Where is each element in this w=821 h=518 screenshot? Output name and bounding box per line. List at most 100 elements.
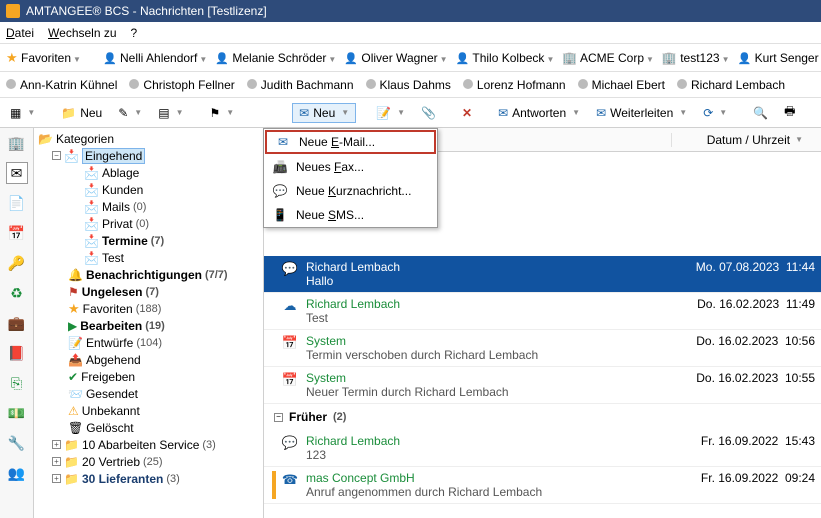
tree-termine[interactable]: 📩Termine (7) xyxy=(38,232,263,249)
nav-calendar-icon[interactable]: 📅 xyxy=(6,222,28,244)
new-folder-button[interactable]: 📁Neu xyxy=(55,104,108,122)
date-column-header[interactable]: Datum / Uhrzeit▼ xyxy=(671,133,821,147)
dd-new-fax[interactable]: 📠Neues Fax... xyxy=(264,155,437,179)
flag-button[interactable]: ⚑▼ xyxy=(203,104,240,122)
msg-subject: 123 xyxy=(306,448,675,462)
tree-freigeben[interactable]: ✔Freigeben xyxy=(38,368,263,385)
menu-wechseln[interactable]: Wechseln zu xyxy=(48,26,116,40)
nav-money-icon[interactable]: 💵 xyxy=(6,402,28,424)
nav-document-icon[interactable]: 📄 xyxy=(6,192,28,214)
nav-briefcase-icon[interactable]: 💼 xyxy=(6,312,28,334)
tree-benachrichtigungen[interactable]: 🔔Benachrichtigungen (7/7) xyxy=(38,266,263,283)
forward-button[interactable]: ✉Weiterleiten▼ xyxy=(590,104,693,122)
nav-mail-icon[interactable]: ✉ xyxy=(6,162,28,184)
tree-privat[interactable]: 📩Privat (0) xyxy=(38,215,263,232)
fav-contact[interactable]: Ann-Katrin Kühnel xyxy=(6,78,117,92)
fav-contact[interactable]: Richard Lembach xyxy=(677,78,785,92)
status-dot-icon xyxy=(463,79,473,89)
fav-company[interactable]: 🏢 test123▼ xyxy=(662,51,730,65)
collapse-icon[interactable]: − xyxy=(52,151,61,160)
tree-kunden[interactable]: 📩Kunden xyxy=(38,181,263,198)
menu-help[interactable]: ? xyxy=(131,26,138,40)
nav-book-icon[interactable]: 📕 xyxy=(6,342,28,364)
tree-geloescht[interactable]: 🗑Gelöscht xyxy=(38,419,263,436)
tree-favoriten[interactable]: ★Favoriten (188) xyxy=(38,300,263,317)
nav-building-icon[interactable]: 🏢 xyxy=(6,132,28,154)
note-button[interactable]: 📝▼ xyxy=(370,104,411,122)
star-icon: ★ xyxy=(68,301,80,317)
fav-person[interactable]: 👤 Melanie Schröder▼ xyxy=(215,51,336,65)
dd-new-shortmsg[interactable]: 💬Neue Kurznachricht... xyxy=(264,179,437,203)
nav-recycle-icon[interactable]: ♻ xyxy=(6,282,28,304)
edit-button[interactable]: ✎▼ xyxy=(112,104,148,122)
new-message-button[interactable]: ✉Neu▼ xyxy=(292,103,356,123)
tree-eingehend[interactable]: −📩Eingehend xyxy=(38,147,263,164)
group-header[interactable]: − Früher (2) xyxy=(264,404,821,430)
fav-contact[interactable]: Michael Ebert xyxy=(578,78,665,92)
tree-abarbeiten[interactable]: +📁10 Abarbeiten Service (3) xyxy=(38,436,263,453)
msg-date: Do. 16.02.2023 10:56 xyxy=(675,334,815,362)
fav-contact[interactable]: Lorenz Hofmann xyxy=(463,78,566,92)
tray-icon: 📩 xyxy=(84,166,99,180)
tree-abgehend[interactable]: 📤Abgehend xyxy=(38,351,263,368)
layout-button[interactable]: ▦▼ xyxy=(4,104,41,122)
message-row[interactable]: ☁Richard LembachTestDo. 16.02.2023 11:49 xyxy=(264,293,821,330)
expand-icon[interactable]: + xyxy=(52,457,61,466)
tree-mails[interactable]: 📩Mails (0) xyxy=(38,198,263,215)
search-button[interactable]: 🔍 xyxy=(747,104,774,122)
print-button[interactable]: 🖶 xyxy=(778,100,801,125)
nav-wrench-icon[interactable]: 🔧 xyxy=(6,432,28,454)
message-row[interactable]: 💬Richard LembachHalloMo. 07.08.2023 11:4… xyxy=(264,256,821,293)
msg-subject: Neuer Termin durch Richard Lembach xyxy=(306,385,675,399)
nav-people-icon[interactable]: 👥 xyxy=(6,462,28,484)
favorites-button[interactable]: ★ Favoriten▼ xyxy=(6,50,81,66)
user-button[interactable]: 👤Ric xyxy=(815,104,821,122)
fav-person[interactable]: 👤 Thilo Kolbeck▼ xyxy=(456,51,555,65)
message-row[interactable]: 📅SystemTermin verschoben durch Richard L… xyxy=(264,330,821,367)
delete-button[interactable]: ✕ xyxy=(456,104,478,122)
send-receive-button[interactable]: ⟳▼ xyxy=(697,104,733,122)
expand-icon[interactable]: + xyxy=(52,474,61,483)
tree-lieferanten[interactable]: +📁30 Lieferanten (3) xyxy=(38,470,263,487)
collapse-icon[interactable]: − xyxy=(274,413,283,422)
tree-entwuerfe[interactable]: 📝Entwürfe (104) xyxy=(38,334,263,351)
reply-button[interactable]: ✉Antworten▼ xyxy=(492,104,586,122)
fav-person[interactable]: 👤 Kurt Senger▼ xyxy=(738,51,821,65)
msg-subject: Anruf angenommen durch Richard Lembach xyxy=(306,485,675,499)
tree-kategorien[interactable]: 📂Kategorien xyxy=(38,130,263,147)
reply-icon: ✉ xyxy=(498,106,508,120)
expand-icon[interactable]: + xyxy=(52,440,61,449)
tree-gesendet[interactable]: 📨Gesendet xyxy=(38,385,263,402)
tree-unbekannt[interactable]: ⚠Unbekannt xyxy=(38,402,263,419)
tree-ungelesen[interactable]: ⚑Ungelesen (7) xyxy=(38,283,263,300)
msg-subject: Hallo xyxy=(306,274,675,288)
tree-vertrieb[interactable]: +📁20 Vertrieb (25) xyxy=(38,453,263,470)
nav-exit-icon[interactable]: ⎘ xyxy=(6,372,28,394)
fav-contact[interactable]: Christoph Fellner xyxy=(129,78,234,92)
fav-contact[interactable]: Judith Bachmann xyxy=(247,78,354,92)
tree-test[interactable]: 📩Test xyxy=(38,249,263,266)
tree-bearbeiten[interactable]: ▶Bearbeiten (19) xyxy=(38,317,263,334)
status-dot-icon xyxy=(366,79,376,89)
inbox-icon: 📩 xyxy=(64,149,79,163)
fav-contact[interactable]: Klaus Dahms xyxy=(366,78,451,92)
message-row[interactable]: 💬Richard Lembach123Fr. 16.09.2022 15:43 xyxy=(264,430,821,467)
fav-person[interactable]: 👤 Nelli Ahlendorf▼ xyxy=(103,51,207,65)
fav-person[interactable]: 👤 Oliver Wagner▼ xyxy=(344,51,447,65)
dd-new-sms[interactable]: 📱Neue SMS... xyxy=(264,203,437,227)
folder-icon: 📁 xyxy=(64,472,79,486)
filter-button[interactable]: ▤▼ xyxy=(152,104,189,122)
attach-button[interactable]: 📎 xyxy=(415,104,442,122)
nav-key-icon[interactable]: 🔑 xyxy=(6,252,28,274)
app-logo xyxy=(6,4,20,18)
status-dot-icon xyxy=(247,79,257,89)
message-row[interactable]: ☎mas Concept GmbHAnruf angenommen durch … xyxy=(264,467,821,504)
menu-datei[interactable]: Datei xyxy=(6,26,34,40)
message-row[interactable]: 📅SystemNeuer Termin durch Richard Lembac… xyxy=(264,367,821,404)
dd-new-email[interactable]: ✉Neue E-Mail... xyxy=(265,130,436,154)
msg-date: Fr. 16.09.2022 15:43 xyxy=(675,434,815,462)
tray-icon: 📩 xyxy=(84,217,99,231)
tree-ablage[interactable]: 📩Ablage xyxy=(38,164,263,181)
person-icon: 👤 xyxy=(103,53,117,65)
fav-company[interactable]: 🏢 ACME Corp▼ xyxy=(562,51,654,65)
